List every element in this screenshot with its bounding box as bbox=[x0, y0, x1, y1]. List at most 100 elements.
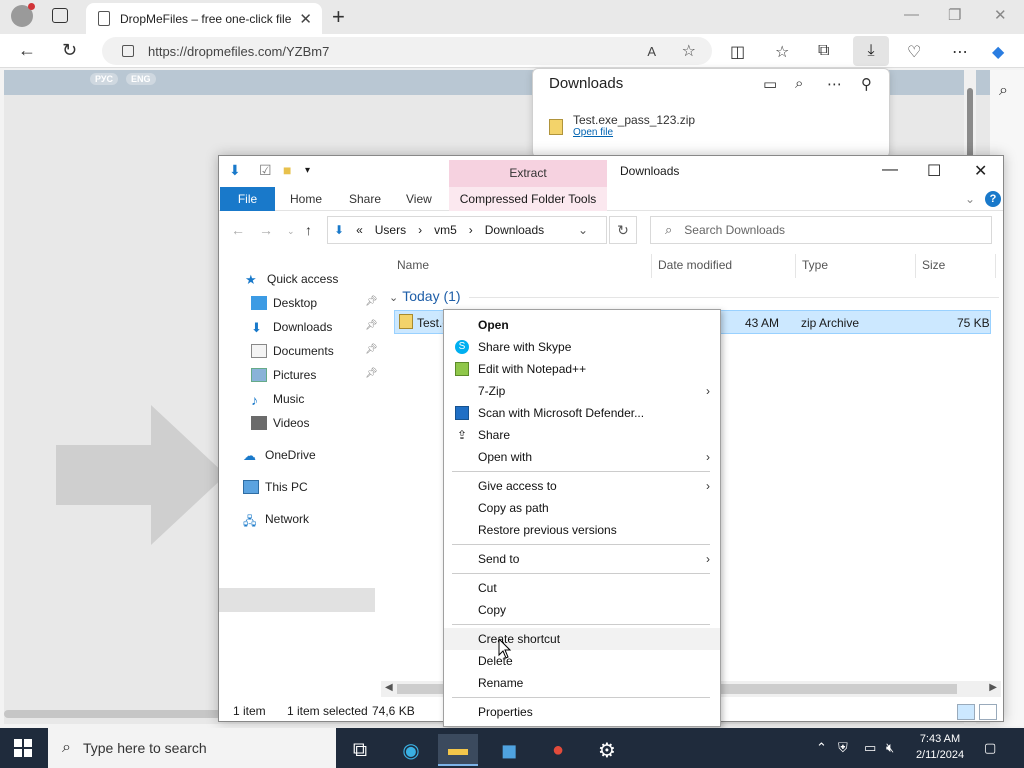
close-icon[interactable]: ✕ bbox=[994, 6, 1007, 24]
pin-icon[interactable]: 📌︎ bbox=[365, 320, 378, 331]
up-arrow-icon[interactable]: ↑ bbox=[305, 222, 312, 238]
group-header-today[interactable]: ⌄ Today (1) bbox=[389, 288, 461, 304]
settings-app-icon[interactable]: ⚙ bbox=[587, 734, 627, 766]
menu-item-copy[interactable]: Copy bbox=[444, 599, 720, 621]
large-icons-view-icon[interactable] bbox=[979, 704, 997, 720]
menu-item-give-access[interactable]: Give access to › bbox=[444, 475, 720, 497]
nav-this-pc[interactable]: This PC bbox=[243, 476, 308, 498]
nav-network[interactable]: 🖧︎ Network bbox=[243, 508, 309, 530]
system-clock[interactable]: 7:43 AM 2/11/2024 bbox=[908, 731, 972, 763]
menu-item-share-with-skype[interactable]: S Share with Skype bbox=[444, 336, 720, 358]
tab-view[interactable]: View bbox=[406, 192, 432, 206]
sidebar-search-icon[interactable]: ⌕ bbox=[999, 82, 1008, 100]
network-tray-icon[interactable]: ▭ bbox=[864, 740, 876, 756]
menu-item-7zip[interactable]: 7-Zip › bbox=[444, 380, 720, 402]
pin-icon[interactable]: ⚲ bbox=[861, 75, 872, 93]
more-menu-icon[interactable]: ⋯ bbox=[952, 42, 968, 62]
lang-ru-button[interactable]: РУС bbox=[90, 73, 118, 85]
recent-locations-icon[interactable]: ⌄ bbox=[287, 226, 295, 237]
pin-icon[interactable]: 📌︎ bbox=[365, 344, 378, 355]
search-icon[interactable]: ⌕ bbox=[795, 75, 803, 92]
profile-avatar[interactable] bbox=[11, 3, 35, 27]
new-tab-button[interactable]: + bbox=[332, 4, 345, 30]
scroll-right-icon[interactable]: ▶ bbox=[989, 682, 997, 693]
favorite-star-icon[interactable]: ☆ bbox=[682, 41, 696, 61]
split-screen-icon[interactable]: ◫ bbox=[730, 42, 745, 62]
nav-pictures[interactable]: Pictures bbox=[251, 364, 316, 386]
open-file-link[interactable]: Open file bbox=[573, 127, 695, 138]
menu-item-scan-defender[interactable]: Scan with Microsoft Defender... bbox=[444, 402, 720, 424]
nav-videos[interactable]: Videos bbox=[251, 412, 309, 434]
open-folder-icon[interactable]: ▭ bbox=[763, 75, 777, 93]
maximize-icon[interactable]: ☐ bbox=[927, 161, 941, 181]
nav-quick-access[interactable]: ★ Quick access bbox=[245, 268, 338, 290]
back-icon[interactable]: ← bbox=[18, 40, 36, 61]
extract-tab[interactable]: Extract bbox=[449, 160, 607, 187]
menu-item-cut[interactable]: Cut bbox=[444, 577, 720, 599]
search-downloads-field[interactable]: ⌕ Search Downloads bbox=[650, 216, 992, 244]
column-date-modified[interactable]: Date modified bbox=[658, 258, 732, 272]
menu-item-open-with[interactable]: Open with › bbox=[444, 446, 720, 468]
column-divider[interactable] bbox=[915, 254, 916, 278]
properties-icon[interactable]: ☑ bbox=[259, 162, 272, 179]
file-explorer-app-icon[interactable]: ▬ bbox=[438, 734, 478, 766]
quick-access-download-icon[interactable]: ⬇ bbox=[229, 162, 241, 179]
back-arrow-icon[interactable]: ← bbox=[231, 222, 245, 238]
taskbar-search-field[interactable]: ⌕ Type here to search bbox=[48, 728, 336, 768]
download-item[interactable]: Test.exe_pass_123.zip Open file bbox=[549, 113, 695, 138]
breadcrumb-users[interactable]: Users bbox=[375, 223, 406, 237]
pin-icon[interactable]: 📌︎ bbox=[365, 296, 378, 307]
tab-compressed-folder-tools[interactable]: Compressed Folder Tools bbox=[449, 187, 607, 211]
task-view-icon[interactable]: ⧉ bbox=[340, 734, 380, 766]
store-app-icon[interactable]: ◼ bbox=[489, 734, 529, 766]
tab-home[interactable]: Home bbox=[290, 192, 322, 206]
column-size[interactable]: Size bbox=[922, 258, 945, 272]
path-dropdown-icon[interactable]: ⌄ bbox=[578, 223, 588, 237]
menu-item-properties[interactable]: Properties bbox=[444, 701, 720, 723]
read-aloud-icon[interactable]: A bbox=[647, 44, 656, 59]
nav-music[interactable]: ♪ Music bbox=[251, 388, 304, 410]
new-folder-icon[interactable]: ■ bbox=[283, 162, 291, 178]
tab-share[interactable]: Share bbox=[349, 192, 381, 206]
edge-app-icon[interactable]: ◉ bbox=[391, 734, 431, 766]
refresh-icon[interactable]: ↻ bbox=[62, 40, 77, 61]
tab-close-icon[interactable]: ✕ bbox=[299, 10, 312, 28]
volume-muted-icon[interactable]: 🔇︎ bbox=[886, 740, 894, 756]
address-path[interactable]: ⬇ « Users › vm5 › Downloads ⌄ bbox=[327, 216, 607, 244]
menu-item-rename[interactable]: Rename bbox=[444, 672, 720, 694]
tab-file[interactable]: File bbox=[220, 187, 275, 211]
restore-icon[interactable]: ❐ bbox=[948, 6, 961, 24]
url-field[interactable]: https://dropmefiles.com/YZBm7 A ☆ bbox=[102, 37, 712, 65]
column-name[interactable]: Name bbox=[397, 258, 429, 272]
notifications-icon[interactable]: ▢ bbox=[984, 740, 996, 756]
browser-essentials-icon[interactable]: ♡ bbox=[907, 42, 921, 62]
favorites-icon[interactable]: ☆ bbox=[775, 42, 789, 62]
breadcrumb-downloads[interactable]: Downloads bbox=[485, 223, 544, 237]
refresh-button[interactable]: ↻ bbox=[609, 216, 637, 244]
scroll-left-icon[interactable]: ◀ bbox=[385, 682, 393, 693]
browser-tab[interactable]: DropMeFiles – free one-click file ✕ bbox=[86, 3, 322, 34]
nav-desktop[interactable]: Desktop bbox=[251, 292, 317, 314]
security-tray-icon[interactable]: ⛨ bbox=[838, 740, 848, 756]
close-icon[interactable]: ✕ bbox=[974, 161, 987, 181]
expand-ribbon-icon[interactable]: ⌄ bbox=[965, 192, 975, 206]
downloads-button[interactable]: ⤓ bbox=[853, 36, 889, 66]
tab-actions-icon[interactable] bbox=[52, 8, 68, 23]
copilot-icon[interactable]: ◆ bbox=[992, 42, 1004, 62]
menu-item-share[interactable]: ⇪ Share bbox=[444, 424, 720, 446]
help-icon[interactable]: ? bbox=[985, 191, 1001, 207]
menu-item-delete[interactable]: Delete bbox=[444, 650, 720, 672]
minimize-icon[interactable]: — bbox=[904, 6, 919, 23]
menu-item-restore-versions[interactable]: Restore previous versions bbox=[444, 519, 720, 541]
details-view-icon[interactable] bbox=[957, 704, 975, 720]
column-divider[interactable] bbox=[995, 254, 996, 278]
column-type[interactable]: Type bbox=[802, 258, 828, 272]
collapse-chevron-icon[interactable]: ⌄ bbox=[389, 292, 398, 304]
menu-item-copy-as-path[interactable]: Copy as path bbox=[444, 497, 720, 519]
breadcrumb-vm5[interactable]: vm5 bbox=[434, 223, 457, 237]
nav-onedrive[interactable]: ☁ OneDrive bbox=[243, 444, 316, 466]
nav-documents[interactable]: Documents bbox=[251, 340, 334, 362]
column-divider[interactable] bbox=[795, 254, 796, 278]
menu-item-create-shortcut[interactable]: Create shortcut bbox=[444, 628, 720, 650]
chrome-app-icon[interactable]: ● bbox=[538, 734, 578, 766]
